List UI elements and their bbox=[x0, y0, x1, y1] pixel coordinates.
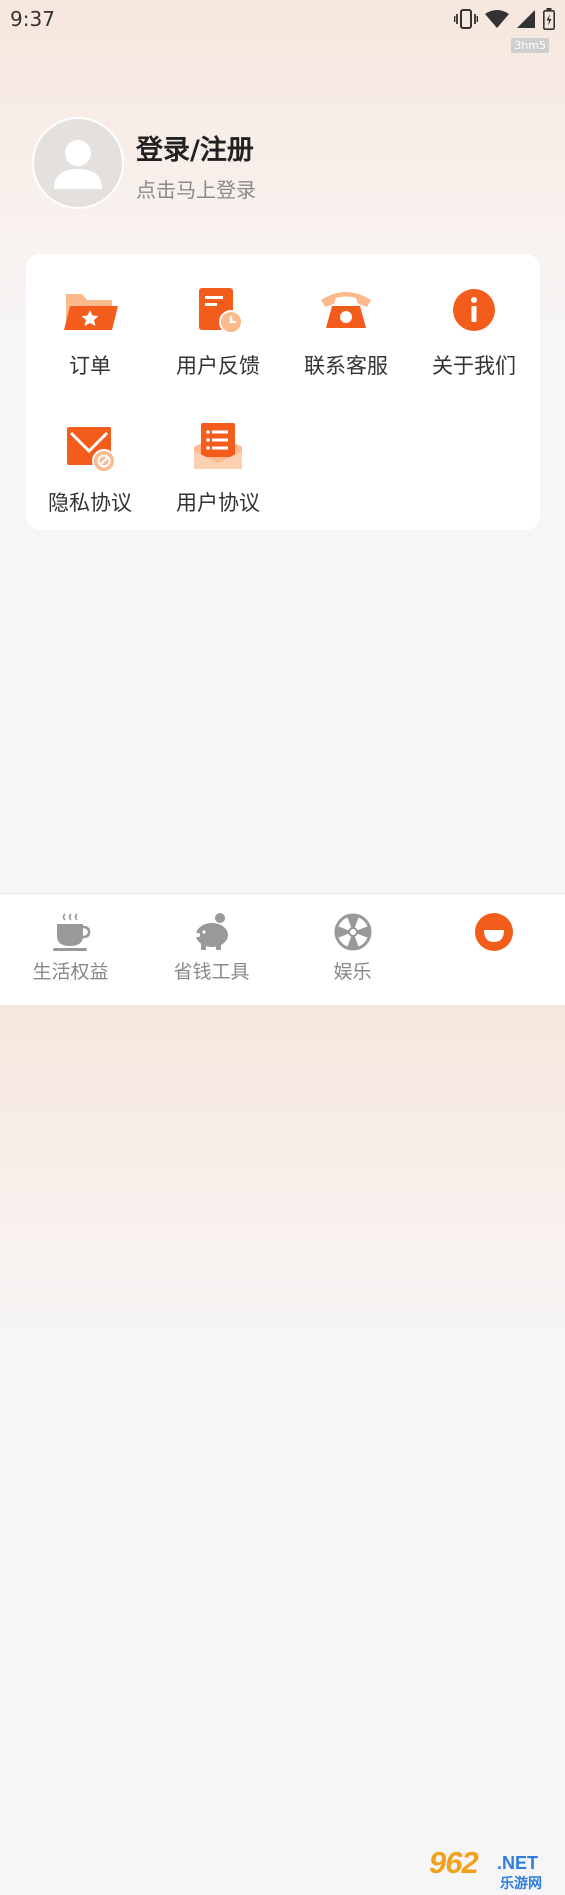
smile-icon bbox=[474, 913, 513, 951]
logo-number: 962 bbox=[429, 1845, 479, 1880]
agreement-envelope-icon bbox=[194, 423, 242, 469]
site-logo-962: 962 .NET 乐游网 bbox=[427, 1845, 559, 1895]
wifi-icon bbox=[485, 10, 509, 28]
wheel-icon bbox=[334, 913, 371, 951]
nav-tab-mine[interactable] bbox=[423, 894, 564, 1005]
logo-subtitle: 乐游网 bbox=[500, 1876, 542, 1892]
coffee-cup-icon bbox=[52, 913, 90, 951]
telephone-icon bbox=[321, 292, 371, 328]
watermark-tag: 3hm5 bbox=[511, 38, 549, 53]
battery-charging-icon bbox=[543, 8, 555, 30]
login-register-title[interactable]: 登录/注册 bbox=[136, 128, 254, 167]
menu-item-feedback[interactable]: 用户反馈 bbox=[154, 260, 282, 378]
signal-icon bbox=[517, 10, 535, 28]
nav-tab-label: 生活权益 bbox=[32, 961, 109, 983]
info-icon bbox=[453, 289, 495, 331]
vibrate-icon bbox=[454, 9, 478, 29]
nav-tab-life-benefits[interactable]: 生活权益 bbox=[0, 894, 141, 1005]
menu-item-label: 联系客服 bbox=[304, 354, 388, 378]
profile-header[interactable]: 登录/注册 点击马上登录 bbox=[32, 117, 532, 212]
nav-tab-label: 娱乐 bbox=[333, 961, 372, 983]
menu-item-label: 订单 bbox=[69, 354, 111, 378]
menu-item-customer-service[interactable]: 联系客服 bbox=[282, 260, 410, 378]
menu-item-label: 用户协议 bbox=[176, 491, 260, 515]
logo-suffix: .NET bbox=[497, 1853, 539, 1873]
nav-tab-entertainment[interactable]: 娱乐 bbox=[282, 894, 423, 1005]
menu-item-label: 隐私协议 bbox=[48, 491, 132, 515]
status-bar: 9:37 3hm5 bbox=[0, 0, 565, 53]
login-subtitle: 点击马上登录 bbox=[136, 178, 256, 202]
piggy-bank-icon bbox=[194, 913, 228, 950]
user-avatar-icon[interactable] bbox=[32, 117, 124, 209]
status-time: 9:37 bbox=[10, 7, 55, 31]
menu-item-label: 用户反馈 bbox=[176, 354, 260, 378]
menu-item-orders[interactable]: 订单 bbox=[26, 260, 154, 378]
menu-card: 订单 用户反馈 联系客服 关于我们 隐私协议 用户协议 bbox=[26, 254, 540, 530]
status-icons bbox=[454, 8, 555, 30]
menu-item-user-agreement[interactable]: 用户协议 bbox=[154, 397, 282, 515]
bottom-nav: 生活权益 省钱工具 娱乐 962 .NET 乐游网 bbox=[0, 893, 565, 1892]
menu-item-about-us[interactable]: 关于我们 bbox=[410, 260, 538, 378]
nav-tab-money-saving-tools[interactable]: 省钱工具 bbox=[141, 894, 282, 1005]
privacy-envelope-icon bbox=[67, 427, 116, 473]
menu-item-privacy-policy[interactable]: 隐私协议 bbox=[26, 397, 154, 515]
nav-tab-label: 省钱工具 bbox=[173, 961, 250, 983]
feedback-clock-icon bbox=[199, 288, 243, 334]
folder-star-icon bbox=[64, 294, 118, 330]
menu-item-label: 关于我们 bbox=[432, 354, 516, 378]
